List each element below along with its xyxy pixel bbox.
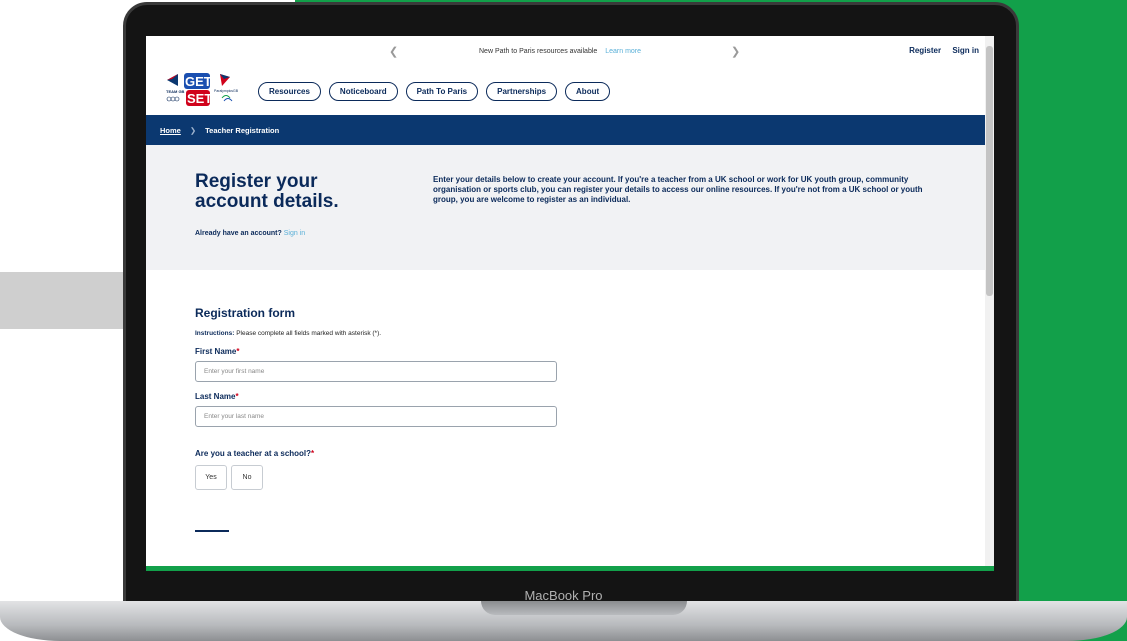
svg-text:ParalympicsGB: ParalympicsGB (214, 89, 239, 93)
yes-button[interactable]: Yes (195, 465, 227, 490)
nav-partnerships[interactable]: Partnerships (486, 82, 558, 101)
sign-in-link[interactable]: Sign in (952, 46, 979, 55)
svg-text:TEAM GB: TEAM GB (166, 89, 185, 94)
scrollbar[interactable] (985, 36, 994, 570)
instructions-label: Instructions: (195, 330, 235, 337)
teacher-question-text: Are you a teacher at a school? (195, 449, 312, 458)
breadcrumb-current: Teacher Registration (205, 125, 280, 135)
last-name-label: Last Name* (195, 392, 755, 401)
nav-pills: Resources Noticeboard Path To Paris Part… (258, 82, 611, 101)
screen-bottom-strip (146, 566, 994, 571)
already-text: Already have an account? (195, 230, 282, 237)
teacher-question: Are you a teacher at a school?* (195, 449, 755, 458)
laptop-notch (481, 601, 687, 615)
last-name-label-text: Last Name (195, 392, 236, 401)
device-label: MacBook Pro (524, 588, 603, 603)
chevron-right-icon[interactable]: ❯ (731, 45, 740, 58)
nav-resources[interactable]: Resources (258, 82, 321, 101)
first-name-field[interactable]: Enter your first name (195, 361, 557, 382)
required-mark: * (311, 449, 315, 458)
register-link[interactable]: Register (909, 46, 941, 55)
account-links: Register Sign in (900, 46, 979, 55)
required-mark: * (235, 392, 239, 401)
scrollbar-thumb[interactable] (986, 46, 993, 296)
breadcrumb-home[interactable]: Home (160, 126, 181, 135)
learn-more-link[interactable]: Learn more (605, 48, 641, 55)
last-name-field[interactable]: Enter your last name (195, 406, 557, 427)
form-title: Registration form (195, 306, 296, 320)
svg-text:SET: SET (187, 91, 212, 106)
first-name-label-text: First Name (195, 347, 237, 356)
form-instructions: Instructions: Please complete all fields… (195, 330, 755, 337)
page-title: Register your account details. (195, 171, 339, 212)
section-divider (195, 530, 229, 532)
nav-noticeboard[interactable]: Noticeboard (328, 82, 398, 101)
intro-text: Enter your details below to create your … (433, 175, 923, 204)
nav-path-to-paris[interactable]: Path To Paris (405, 82, 479, 101)
browser-screen: ❮ New Path to Paris resources available … (146, 36, 994, 570)
already-have-account: Already have an account? Sign in (195, 230, 305, 237)
chevron-left-icon[interactable]: ❮ (389, 45, 398, 58)
hero-section: Register your account details. Already h… (146, 145, 994, 270)
announcement-text: New Path to Paris resources available (479, 48, 598, 55)
grey-backdrop-block (0, 272, 130, 329)
registration-form: Registration form Instructions: Please c… (195, 306, 755, 532)
no-button[interactable]: No (231, 465, 263, 490)
required-mark: * (236, 347, 240, 356)
breadcrumb-separator-icon: ❯ (189, 125, 197, 135)
teacher-choice: Yes No (195, 465, 755, 490)
instructions-text: Please complete all fields marked with a… (236, 330, 382, 337)
svg-text:GET: GET (185, 74, 212, 89)
first-name-label: First Name* (195, 347, 755, 356)
announcement-bar: ❮ New Path to Paris resources available … (146, 36, 994, 68)
nav-about[interactable]: About (565, 82, 611, 101)
breadcrumb: Home ❯ Teacher Registration (146, 115, 994, 145)
hero-sign-in-link[interactable]: Sign in (284, 230, 305, 237)
announcement-message: New Path to Paris resources available Le… (479, 48, 641, 55)
get-set-logo[interactable]: TEAM GB GET SET ParalympicsGB (164, 71, 242, 109)
main-nav: TEAM GB GET SET ParalympicsGB Resources … (146, 68, 994, 115)
